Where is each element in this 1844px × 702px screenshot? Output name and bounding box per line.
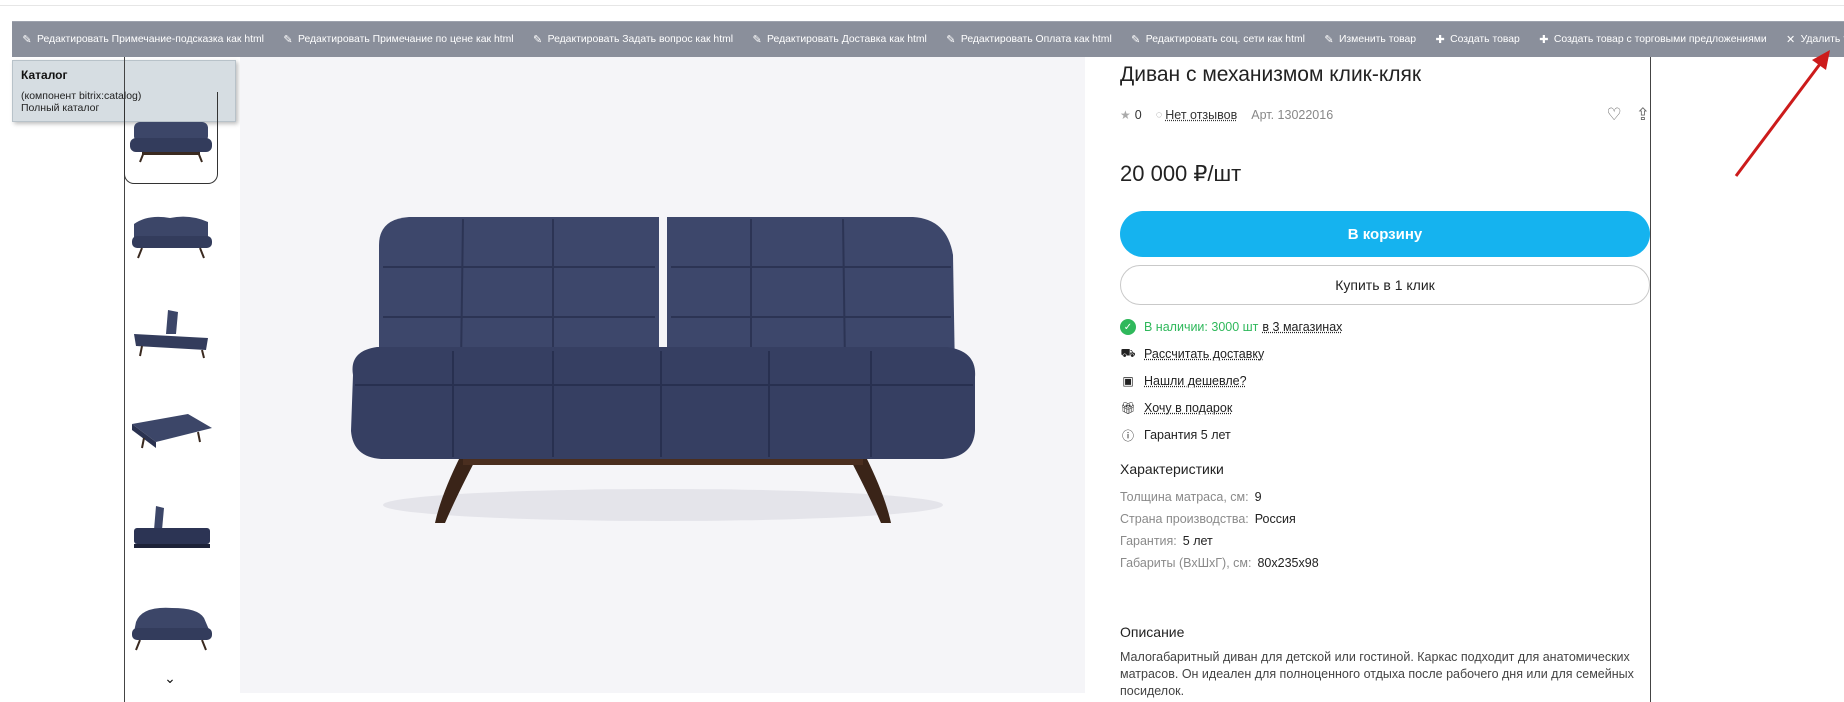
product-actions: ♡ ⇪ [1607, 105, 1651, 125]
warranty-text: Гарантия 5 лет [1144, 428, 1231, 442]
toolbar-item-label: Редактировать Примечание-подсказка как h… [37, 34, 264, 45]
toolbar-item[interactable]: ✎ Редактировать Задать вопрос как html [523, 22, 742, 57]
top-divider [0, 0, 1844, 6]
frame-right-border [1650, 57, 1651, 702]
spec-key: Страна производства: [1120, 512, 1249, 526]
spec-key: Габариты (ВхШхГ), см: [1120, 556, 1252, 570]
spec-value: Россия [1254, 512, 1296, 526]
thumbnail-5[interactable] [124, 484, 218, 576]
toolbar-item-label: Удалить товар [1800, 34, 1844, 45]
product-meta: ★ 0 ◌ Нет отзывов Арт. 13022016 ♡ ⇪ [1120, 105, 1650, 125]
availability-row: ✓ В наличии: 3000 шт в 3 магазинах [1120, 319, 1342, 335]
spec-row: Гарантия: 5 лет [1120, 534, 1213, 548]
pencil-icon: ✎ [752, 34, 762, 46]
toolbar-item-label: Редактировать Задать вопрос как html [547, 34, 734, 45]
toolbar-item-label: Редактировать Примечание по цене как htm… [297, 34, 514, 45]
thumbnail-6[interactable] [124, 582, 218, 674]
article-number: Арт. 13022016 [1251, 108, 1334, 122]
toolbar-item-label: Редактировать соц. сети как html [1145, 34, 1305, 45]
chevron-down-icon[interactable]: ⌄ [160, 670, 180, 687]
share-icon[interactable]: ⇪ [1636, 105, 1650, 125]
toolbar-item-label: Редактировать Доставка как html [767, 34, 927, 45]
pencil-icon: ✎ [1324, 34, 1334, 46]
add-to-cart-button[interactable]: В корзину [1120, 211, 1650, 257]
page: ✎ Редактировать Примечание-подсказка как … [0, 0, 1844, 702]
cheaper-row[interactable]: ▣ Нашли дешевле? [1120, 373, 1247, 389]
thumbnail-4[interactable] [124, 386, 218, 478]
sofa-image [350, 217, 975, 523]
gift-icon: 🎁︎ [1120, 401, 1136, 415]
pencil-icon: ✎ [532, 34, 543, 46]
pencil-icon: ✎ [283, 34, 293, 46]
thumbnail-1[interactable] [124, 92, 218, 184]
product-title: Диван с механизмом клик-кляк [1120, 63, 1422, 86]
buy-one-click-button[interactable]: Купить в 1 клик [1120, 265, 1650, 305]
toolbar-item-label: Создать товар [1450, 34, 1520, 45]
delivery-row[interactable]: ⛟ Рассчитать доставку [1120, 346, 1264, 362]
truck-icon: ⛟ [1120, 346, 1136, 360]
cheaper-link[interactable]: Нашли дешевле? [1144, 374, 1247, 388]
thumbnail-3[interactable] [124, 288, 218, 380]
check-circle-icon: ✓ [1120, 319, 1136, 335]
specs-title: Характеристики [1120, 461, 1224, 477]
spec-row: Толщина матраса, см: 9 [1120, 490, 1262, 504]
spec-row: Страна производства: Россия [1120, 512, 1296, 526]
spec-key: Толщина матраса, см: [1120, 490, 1249, 504]
warranty-row: ⓘ Гарантия 5 лет [1120, 427, 1231, 443]
star-icon: ★ [1120, 108, 1131, 122]
toolbar-item[interactable]: ✚ Создать товар [1425, 22, 1529, 57]
heart-icon[interactable]: ♡ [1607, 105, 1622, 125]
description-title: Описание [1120, 624, 1185, 640]
gift-row[interactable]: 🎁︎ Хочу в подарок [1120, 400, 1232, 416]
pencil-icon: ✎ [946, 34, 956, 46]
close-icon: ✕ [1786, 34, 1796, 46]
spec-row: Габариты (ВхШхГ), см: 80x235x98 [1120, 556, 1319, 570]
toolbar-item[interactable]: ✎ Редактировать соц. сети как html [1121, 22, 1314, 57]
red-arrow-annotation [1734, 50, 1830, 177]
main-product-image[interactable] [240, 57, 1085, 693]
spec-value: 9 [1254, 490, 1262, 504]
toolbar-items: ✎ Редактировать Примечание-подсказка как … [12, 22, 1844, 57]
spec-value: 80x235x98 [1257, 556, 1319, 570]
thumbnail-2[interactable] [124, 190, 218, 282]
info-icon: ⓘ [1121, 428, 1134, 443]
toolbar-item[interactable]: ✎ Редактировать Примечание по цене как ht… [273, 22, 523, 57]
toolbar-item[interactable]: ✎ Редактировать Примечание-подсказка как … [12, 22, 273, 57]
product-price: 20 000 ₽/шт [1120, 161, 1242, 186]
delivery-link[interactable]: Рассчитать доставку [1144, 347, 1264, 361]
toolbar-item[interactable]: ✎ Изменить товар [1314, 22, 1425, 57]
pencil-icon: ✎ [22, 34, 32, 46]
toolbar-item-label: Редактировать Оплата как html [960, 34, 1112, 45]
spec-key: Гарантия: [1120, 534, 1177, 548]
description-text: Малогабаритный диван для детской или гос… [1120, 650, 1634, 698]
reviews-link[interactable]: Нет отзывов [1165, 108, 1237, 122]
wallet-icon: ▣ [1122, 374, 1134, 388]
plus-icon: ✚ [1539, 34, 1549, 46]
availability-text: В наличии: 3000 шт [1144, 320, 1259, 334]
toolbar-item-label: Создать товар с торговыми предложениями [1553, 34, 1767, 45]
toolbar-item[interactable]: ✎ Редактировать Доставка как html [742, 22, 936, 57]
gift-link[interactable]: Хочу в подарок [1144, 401, 1232, 415]
stores-link[interactable]: в 3 магазинах [1262, 320, 1342, 334]
spec-value: 5 лет [1182, 534, 1213, 548]
rating-value: 0 [1134, 108, 1142, 122]
toolbar-item-label: Изменить товар [1338, 34, 1417, 45]
reviews-icon: ◌ [1155, 109, 1163, 121]
pencil-icon: ✎ [1131, 34, 1141, 46]
admin-toolbar: ✎ Редактировать Примечание-подсказка как … [12, 21, 1844, 57]
toolbar-item[interactable]: ✎ Редактировать Оплата как html [936, 22, 1121, 57]
plus-icon: ✚ [1435, 34, 1445, 46]
